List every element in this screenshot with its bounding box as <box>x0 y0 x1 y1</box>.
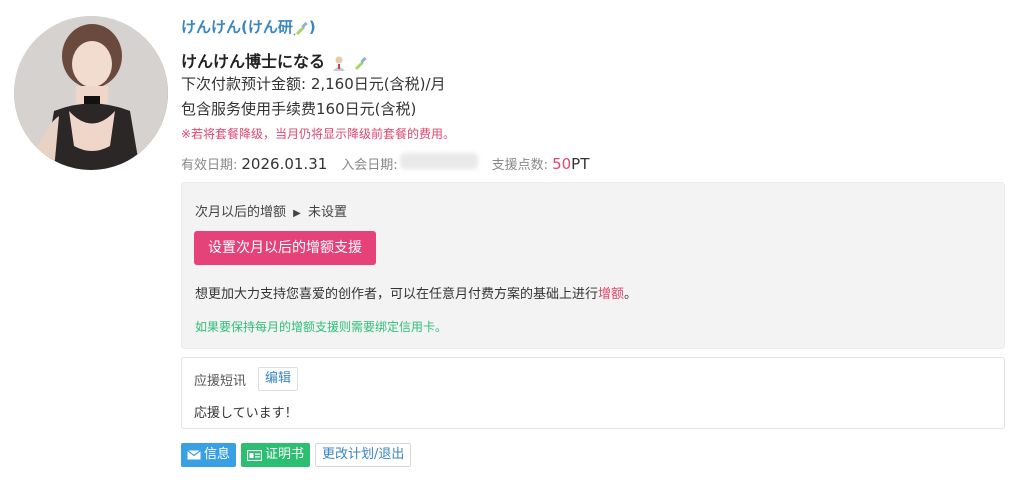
support-message-text: 応援しています！ <box>194 406 298 421</box>
creator-avatar[interactable] <box>14 16 168 170</box>
message-button-label: 信息 <box>204 447 231 462</box>
boost-link[interactable]: 增额 <box>598 287 624 302</box>
points-unit: PT <box>571 155 590 173</box>
join-date-blurred <box>399 153 478 169</box>
valid-date-label: 有效日期: <box>181 158 238 173</box>
plan-title: けんけん博士になる <box>181 48 368 72</box>
join-date-label: 入会日期: <box>341 158 398 173</box>
credit-card-note: 如果要保持每月的增额支援则需要绑定信用卡。 <box>195 320 448 334</box>
set-boost-button[interactable]: 设置次月以后的增额支援 <box>194 231 376 265</box>
syringe-icon <box>293 21 308 36</box>
boost-panel: 次月以后的增额 ▶ 未设置 设置次月以后的增额支援 想更加大力支持您喜爱的创作者… <box>181 182 1005 349</box>
support-message-label: 应援短讯 <box>194 374 247 389</box>
boost-description: 想更加大力支持您喜爱的创作者，可以在任意月付费方案的基础上进行增额。 <box>195 283 637 302</box>
certificate-button-label: 证明书 <box>265 447 305 462</box>
downgrade-note: ※若将套餐降级，当月仍将显示降级前套餐的费用。 <box>181 127 456 141</box>
action-buttons: 信息 证明书 更改计划/退出 <box>181 443 412 467</box>
creator-name-close: ) <box>308 18 316 36</box>
edit-message-button[interactable]: 编辑 <box>258 367 299 391</box>
creator-name[interactable]: けんけん(けん研 <box>181 18 293 36</box>
boost-desc-end: 。 <box>624 287 638 302</box>
boost-status: 次月以后的增额 ▶ 未设置 <box>195 201 347 220</box>
valid-date-value: 2026.01.31 <box>241 155 328 173</box>
plan-meta: 有效日期: 2026.01.31 入会日期: 支援点数: 50 PT <box>181 153 589 173</box>
service-fee: 包含服务使用手续费160日元(含税) <box>181 100 417 118</box>
envelope-icon <box>187 450 201 460</box>
boost-desc-text: 想更加大力支持您喜爱的创作者，可以在任意月付费方案的基础上进行 <box>195 287 599 302</box>
boost-status-value: 未设置 <box>308 205 348 220</box>
boost-label: 次月以后的增额 <box>195 205 287 220</box>
syringe-icon <box>355 56 367 70</box>
certificate-button[interactable]: 证明书 <box>241 443 311 467</box>
arrow-right-icon: ▶ <box>293 208 301 219</box>
doctor-icon <box>332 56 345 71</box>
next-payment: 下次付款预计金额: 2,160日元(含税)/月 <box>181 75 446 93</box>
points-label: 支援点数: <box>491 158 549 173</box>
id-card-icon <box>247 449 263 461</box>
plan-title-text: けんけん博士になる <box>181 52 326 71</box>
support-message-box: 应援短讯 编辑 応援しています！ <box>181 357 1005 429</box>
creator-name-link[interactable]: けんけん(けん研) <box>181 16 316 37</box>
points-value: 50 <box>552 155 572 173</box>
change-plan-button[interactable]: 更改计划/退出 <box>315 443 412 467</box>
message-button[interactable]: 信息 <box>181 443 237 467</box>
